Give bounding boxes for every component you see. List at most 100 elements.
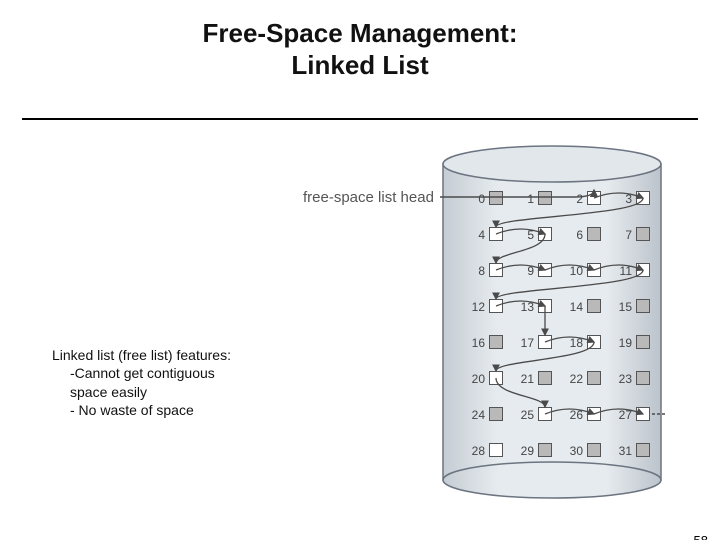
block-number: 0 <box>478 192 485 206</box>
block-number: 13 <box>521 300 534 314</box>
block-box <box>489 191 503 205</box>
block-box <box>587 299 601 313</box>
block-box <box>636 263 650 277</box>
block-cell-0: 0 <box>454 190 503 208</box>
features-item-1: space easily <box>70 383 231 401</box>
block-box <box>538 371 552 385</box>
features-item-2: - No waste of space <box>70 401 231 419</box>
block-box <box>489 371 503 385</box>
block-cell-26: 26 <box>552 406 601 424</box>
block-cell-7: 7 <box>601 226 650 244</box>
block-number: 20 <box>472 372 485 386</box>
block-number: 15 <box>619 300 632 314</box>
title-divider <box>22 118 698 120</box>
block-cell-28: 28 <box>454 442 503 460</box>
block-box <box>489 263 503 277</box>
block-number: 31 <box>619 444 632 458</box>
block-row: 16 17 18 19 <box>454 334 650 352</box>
block-number: 26 <box>570 408 583 422</box>
block-cell-23: 23 <box>601 370 650 388</box>
block-number: 19 <box>619 336 632 350</box>
block-cell-2: 2 <box>552 190 601 208</box>
block-box <box>489 407 503 421</box>
features-item-0: -Cannot get contiguous <box>70 364 231 382</box>
slide-title: Free-Space Management: Linked List <box>0 18 720 81</box>
block-box <box>538 407 552 421</box>
block-box <box>538 443 552 457</box>
block-number: 5 <box>527 228 534 242</box>
block-row: 4 5 6 7 <box>454 226 650 244</box>
block-number: 18 <box>570 336 583 350</box>
block-box <box>489 335 503 349</box>
block-box <box>636 371 650 385</box>
block-box <box>636 335 650 349</box>
title-line-1: Free-Space Management: <box>203 18 518 48</box>
block-number: 1 <box>527 192 534 206</box>
block-box <box>587 335 601 349</box>
block-number: 22 <box>570 372 583 386</box>
free-space-caption: free-space list head <box>303 189 434 206</box>
block-box <box>489 227 503 241</box>
block-cell-18: 18 <box>552 334 601 352</box>
block-cell-20: 20 <box>454 370 503 388</box>
features-heading: Linked list (free list) features: <box>52 346 231 364</box>
block-row: 24252627 <box>454 406 650 424</box>
block-cell-13: 13 <box>503 298 552 316</box>
block-cell-31: 31 <box>601 442 650 460</box>
block-cell-29: 29 <box>503 442 552 460</box>
block-row: 20 21 22 23 <box>454 370 650 388</box>
block-number: 8 <box>478 264 485 278</box>
block-box <box>538 263 552 277</box>
block-box <box>587 443 601 457</box>
block-cell-1: 1 <box>503 190 552 208</box>
block-box <box>636 443 650 457</box>
block-number: 24 <box>472 408 485 422</box>
block-number: 9 <box>527 264 534 278</box>
block-box <box>538 335 552 349</box>
block-cell-16: 16 <box>454 334 503 352</box>
block-box <box>636 191 650 205</box>
block-number: 14 <box>570 300 583 314</box>
block-box <box>538 227 552 241</box>
features-block: Linked list (free list) features: -Canno… <box>52 346 231 420</box>
block-cell-30: 30 <box>552 442 601 460</box>
block-box <box>636 299 650 313</box>
block-number: 28 <box>472 444 485 458</box>
block-cell-25: 25 <box>503 406 552 424</box>
block-number: 6 <box>576 228 583 242</box>
block-cell-21: 21 <box>503 370 552 388</box>
block-cell-15: 15 <box>601 298 650 316</box>
block-number: 29 <box>521 444 534 458</box>
block-row: 0 1 2 3 <box>454 190 650 208</box>
page-number: 58 <box>694 533 708 540</box>
block-box <box>587 371 601 385</box>
block-number: 11 <box>620 264 632 278</box>
block-cell-19: 19 <box>601 334 650 352</box>
block-cell-3: 3 <box>601 190 650 208</box>
block-number: 4 <box>478 228 485 242</box>
block-cell-24: 24 <box>454 406 503 424</box>
block-number: 7 <box>625 228 632 242</box>
block-cell-8: 8 <box>454 262 503 280</box>
block-box <box>636 227 650 241</box>
block-grid: 0123456789101112131415161718192021222324… <box>454 190 650 478</box>
block-box <box>587 191 601 205</box>
block-cell-9: 9 <box>503 262 552 280</box>
block-cell-14: 14 <box>552 298 601 316</box>
block-number: 3 <box>625 192 632 206</box>
block-number: 12 <box>472 300 485 314</box>
block-box <box>489 299 503 313</box>
block-number: 23 <box>619 372 632 386</box>
block-cell-12: 12 <box>454 298 503 316</box>
block-number: 2 <box>576 192 583 206</box>
block-cell-5: 5 <box>503 226 552 244</box>
block-cell-6: 6 <box>552 226 601 244</box>
block-cell-22: 22 <box>552 370 601 388</box>
block-cell-17: 17 <box>503 334 552 352</box>
block-box <box>587 263 601 277</box>
block-number: 30 <box>570 444 583 458</box>
block-box <box>636 407 650 421</box>
block-number: 17 <box>521 336 534 350</box>
block-row: 28 29 30 31 <box>454 442 650 460</box>
block-cell-10: 10 <box>552 262 601 280</box>
